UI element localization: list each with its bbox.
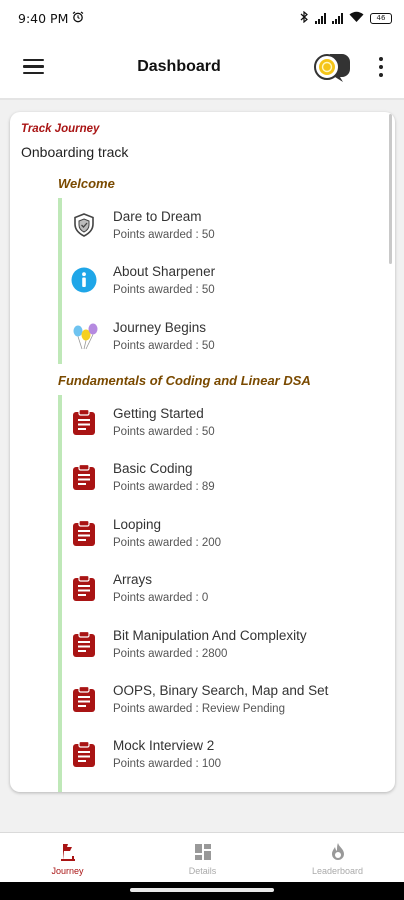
item-title: OOPS, Binary Search, Map and Set (113, 683, 329, 698)
item-points: Points awarded : 50 (113, 229, 215, 241)
list-item[interactable]: OOPS, Binary Search, Map and Set Points … (70, 683, 380, 729)
balloons-icon (70, 322, 98, 350)
info-icon (70, 266, 98, 294)
shield-icon (70, 211, 98, 239)
chat-icon[interactable] (313, 51, 351, 85)
flame-icon (328, 842, 348, 862)
section-title-fundamentals: Fundamentals of Coding and Linear DSA (58, 373, 311, 388)
list-item[interactable]: Journey Begins Points awarded : 50 (70, 320, 380, 366)
list-item[interactable]: Looping Points awarded : 200 (70, 517, 380, 563)
list-item[interactable]: Getting Started Points awarded : 50 (70, 406, 380, 452)
signal-icon (315, 12, 326, 24)
item-points: Points awarded : 2800 (113, 648, 228, 660)
tab-journey[interactable]: Journey (0, 833, 135, 882)
grid-icon (193, 842, 213, 862)
clipboard-icon (70, 408, 98, 436)
clipboard-icon (70, 630, 98, 658)
tab-label: Leaderboard (311, 866, 364, 876)
item-points: Points awarded : 89 (113, 481, 215, 493)
list-item[interactable]: Arrays Points awarded : 0 (70, 572, 380, 618)
list-item[interactable]: Bit Manipulation And Complexity Points a… (70, 628, 380, 674)
list-item[interactable]: Dare to Dream Points awarded : 50 (70, 209, 380, 255)
tab-details[interactable]: Details (135, 833, 270, 882)
tab-leaderboard[interactable]: Leaderboard (270, 833, 404, 882)
more-options-icon[interactable] (378, 57, 384, 77)
status-bar: 9:40 PM 46 (0, 0, 404, 36)
item-points: Points awarded : Review Pending (113, 703, 285, 715)
item-points: Points awarded : 200 (113, 537, 222, 549)
clipboard-icon (70, 519, 98, 547)
page-title: Dashboard (137, 58, 221, 75)
alarm-icon (72, 11, 84, 26)
status-time: 9:40 PM (18, 10, 69, 26)
journey-icon (58, 842, 78, 862)
item-title: Basic Coding (113, 461, 193, 476)
item-points: Points awarded : 50 (113, 284, 215, 296)
wifi-icon (349, 11, 364, 26)
item-title: Looping (113, 517, 162, 532)
tab-label: Details (188, 866, 217, 876)
item-points: Points awarded : 100 (113, 758, 222, 770)
item-title: Mock Interview 2 (113, 738, 215, 753)
list-item[interactable]: Mock Interview 2 Points awarded : 100 (70, 738, 380, 784)
section-title-welcome: Welcome (58, 176, 115, 191)
item-title: Bit Manipulation And Complexity (113, 628, 307, 643)
tab-label: Journey (51, 866, 84, 876)
home-indicator[interactable] (130, 888, 274, 892)
list-item[interactable]: About Sharpener Points awarded : 50 (70, 264, 380, 310)
clipboard-icon (70, 463, 98, 491)
item-title: Getting Started (113, 406, 204, 421)
clipboard-icon (70, 685, 98, 713)
item-title: Journey Begins (113, 320, 207, 335)
item-title: About Sharpener (113, 264, 216, 279)
signal-icon (332, 12, 343, 24)
battery-level: 46 (376, 14, 386, 22)
bottom-nav: Journey Details Leaderboard (0, 833, 404, 882)
timeline-bar (58, 198, 62, 364)
timeline-bar (58, 395, 62, 792)
item-points: Points awarded : 50 (113, 340, 215, 352)
item-points: Points awarded : 50 (113, 426, 215, 438)
item-title: Arrays (113, 572, 153, 587)
battery-icon: 46 (370, 12, 392, 24)
item-points: Points awarded : 0 (113, 592, 209, 604)
bluetooth-icon (299, 10, 309, 26)
app-bar: Dashboard (0, 36, 404, 98)
divider (0, 98, 404, 100)
clipboard-icon (70, 740, 98, 768)
track-journey-label: Track Journey (21, 123, 100, 135)
track-name: Onboarding track (21, 144, 129, 160)
item-title: Dare to Dream (113, 209, 202, 224)
track-card: Track Journey Onboarding track Welcome D… (10, 112, 395, 792)
clipboard-icon (70, 574, 98, 602)
gesture-bar (0, 882, 404, 900)
list-item[interactable]: Basic Coding Points awarded : 89 (70, 461, 380, 507)
scrollbar[interactable] (389, 114, 392, 264)
